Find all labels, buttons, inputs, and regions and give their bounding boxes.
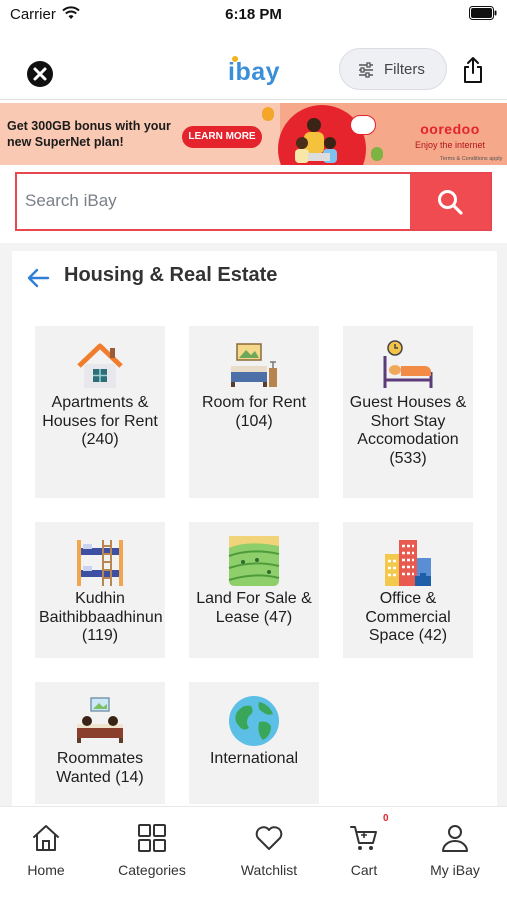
category-label: Roommates Wanted (14) [56, 750, 144, 786]
ibay-logo: ibay [228, 56, 281, 87]
tab-my-ibay[interactable]: My iBay [405, 807, 505, 887]
banner-headline: Get 300GB bonus with your new SuperNet p… [7, 119, 171, 149]
bunk-bed-icon [77, 540, 123, 586]
sliders-icon [359, 62, 373, 78]
category-tile[interactable]: Roommates Wanted (14) [35, 682, 165, 804]
logo-dot [232, 56, 238, 62]
category-label: Office & Commercial Space (42) [365, 590, 451, 644]
bottom-tab-bar: Home Categories Watchlist Cart 0 My iBay [0, 806, 507, 900]
fruit-icon [371, 147, 383, 161]
section-title: Housing & Real Estate [64, 264, 278, 286]
family-illustration-icon [295, 118, 337, 163]
category-label: Land For Sale & Lease (47) [196, 590, 312, 626]
ooredoo-logo: ooredoo [420, 121, 480, 137]
back-arrow-icon[interactable] [26, 267, 50, 289]
category-tile[interactable]: Room for Rent (104) [189, 326, 319, 498]
office-building-icon [385, 540, 431, 586]
cart-count-badge: 0 [383, 813, 389, 824]
hotel-bed-icon [383, 340, 433, 388]
category-panel: Housing & Real Estate Apartments & House… [12, 251, 497, 811]
category-label: Kudhin Baithibbaadhinun (119) [39, 590, 163, 644]
cart-icon [350, 826, 377, 850]
learn-more-button[interactable]: LEARN MORE [182, 126, 262, 148]
status-bar: Carrier 6:18 PM [0, 0, 507, 30]
search-bar [15, 172, 492, 231]
tab-label: Watchlist [240, 862, 298, 878]
tab-label: Cart [350, 862, 378, 878]
grid-icon [138, 824, 166, 852]
roommates-icon [77, 697, 123, 743]
tab-home[interactable]: Home [0, 807, 96, 887]
category-tile[interactable]: Office & Commercial Space (42) [343, 522, 473, 658]
category-label: Apartments & Houses for Rent (240) [42, 394, 158, 448]
search-icon [438, 190, 463, 215]
land-field-icon [228, 536, 280, 586]
tab-label: Home [27, 862, 65, 878]
filters-label: Filters [384, 61, 425, 78]
mango-icon [262, 107, 274, 121]
home-icon [33, 825, 59, 851]
tab-cart[interactable]: Cart [314, 807, 414, 887]
category-label: Room for Rent (104) [201, 394, 307, 430]
promo-banner[interactable]: Get 300GB bonus with your new SuperNet p… [0, 103, 507, 165]
globe-icon [229, 696, 279, 746]
bedroom-icon [231, 343, 277, 387]
tab-label: My iBay [430, 862, 480, 878]
clock: 6:18 PM [225, 6, 282, 23]
user-icon [442, 825, 468, 852]
banner-tagline: Enjoy the internet [414, 140, 486, 150]
banner-badge [350, 115, 376, 135]
share-icon[interactable] [461, 56, 485, 84]
category-tile[interactable]: Land For Sale & Lease (47) [189, 522, 319, 658]
house-icon [77, 343, 123, 388]
app-header: ibay Filters [0, 44, 507, 100]
filters-button[interactable]: Filters [339, 48, 447, 90]
banner-terms: Terms & Conditions apply [440, 156, 503, 162]
category-tile[interactable]: Kudhin Baithibbaadhinun (119) [35, 522, 165, 658]
category-tile[interactable]: Guest Houses & Short Stay Accomodation (… [343, 326, 473, 498]
category-tile[interactable]: International [189, 682, 319, 804]
search-button[interactable] [410, 174, 490, 229]
tab-label: Categories [118, 862, 186, 878]
tab-categories[interactable]: Categories [102, 807, 202, 887]
logo-text: ibay [228, 58, 281, 86]
content-area: Housing & Real Estate Apartments & House… [0, 243, 507, 811]
category-tile[interactable]: Apartments & Houses for Rent (240) [35, 326, 165, 498]
close-icon[interactable] [26, 60, 54, 88]
search-input[interactable] [25, 186, 405, 216]
category-label: International [209, 750, 299, 767]
tab-watchlist[interactable]: Watchlist [219, 807, 319, 887]
battery-icon [469, 6, 497, 20]
category-label: Guest Houses & Short Stay Accomodation (… [349, 394, 467, 467]
heart-icon [255, 826, 283, 850]
